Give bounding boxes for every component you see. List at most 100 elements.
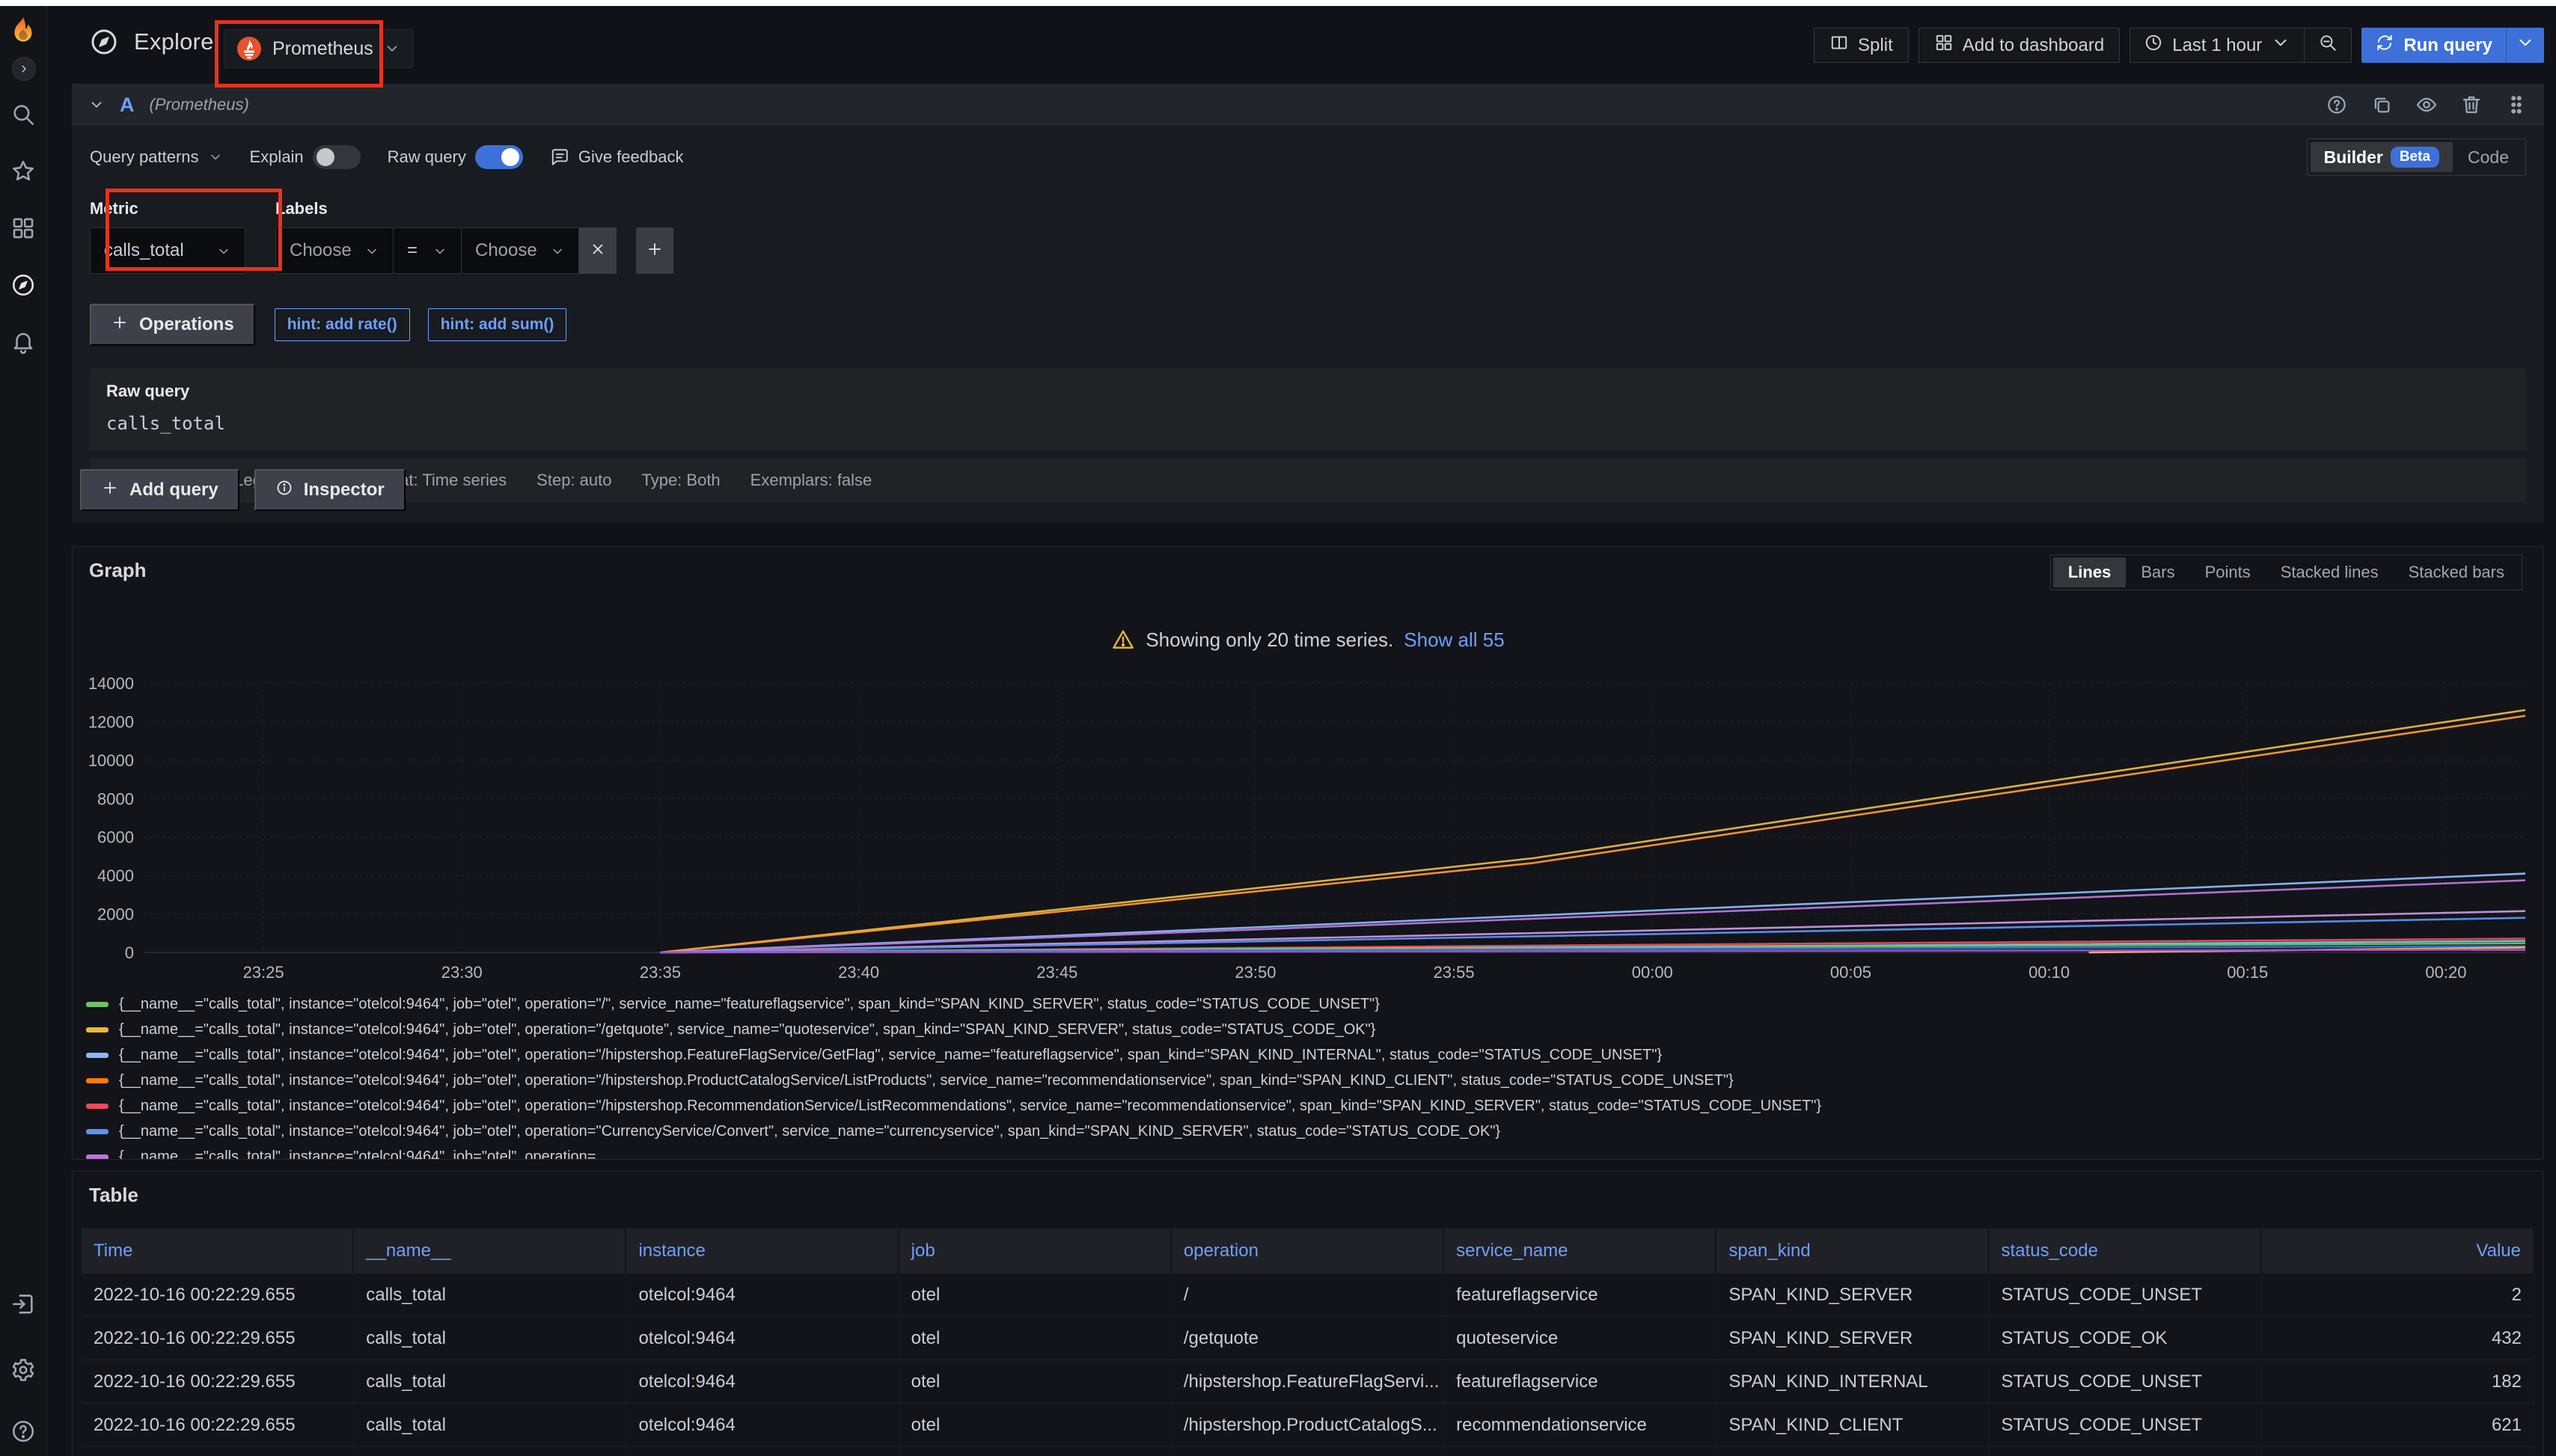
run-query-dropdown[interactable] [2506, 28, 2544, 63]
give-feedback-link[interactable]: Give feedback [550, 147, 684, 167]
add-label-filter-button[interactable] [636, 227, 673, 274]
help-icon[interactable] [10, 1419, 36, 1444]
svg-text:00:10: 00:10 [2028, 963, 2070, 979]
code-mode-button[interactable]: Code [2454, 143, 2522, 172]
delete-query-icon[interactable] [2460, 94, 2483, 116]
explain-toggle[interactable] [313, 145, 361, 169]
legend-series-label: {__name__="calls_total", instance="otelc… [119, 1123, 1500, 1140]
svg-text:0: 0 [125, 943, 134, 962]
search-icon[interactable] [10, 102, 36, 127]
table-cell: recommendationservice [1444, 1404, 1716, 1446]
table-cell: 2022-10-16 00:22:29.655 [82, 1273, 354, 1316]
alerting-bell-icon[interactable] [10, 329, 36, 355]
column-header-operation[interactable]: operation [1172, 1229, 1444, 1273]
column-header-value[interactable]: Value [2262, 1229, 2534, 1273]
add-to-dashboard-button[interactable]: Add to dashboard [1918, 28, 2120, 63]
raw-query-value: calls_total [106, 413, 2510, 434]
close-icon [590, 241, 606, 261]
sign-in-icon[interactable] [10, 1291, 36, 1317]
time-series-chart[interactable]: 0200040006000800010000120001400023:2523:… [79, 674, 2540, 983]
raw-query-preview: Raw query calls_total [90, 368, 2526, 450]
legend-item-5[interactable]: {__name__="calls_total", instance="otelc… [86, 1093, 2534, 1119]
chevron-down-icon [550, 243, 565, 258]
split-icon [1829, 33, 1849, 58]
inspector-button[interactable]: Inspector [254, 469, 406, 511]
legend-series-color [86, 1002, 108, 1007]
legend-item-3[interactable]: {__name__="calls_total", instance="otelc… [86, 1042, 2534, 1068]
table-cell: SPAN_KIND_CLIENT [1716, 1404, 1989, 1446]
query-options-row[interactable]: Options Legend: AutoFormat: Time seriesS… [90, 458, 2526, 503]
legend-series-color [86, 1078, 108, 1083]
query-help-icon[interactable] [2326, 94, 2348, 116]
table-cell: / [1172, 1273, 1444, 1316]
info-icon [275, 479, 293, 502]
datasource-picker[interactable]: Prometheus [224, 29, 413, 68]
column-header-spankind[interactable]: span_kind [1716, 1229, 1989, 1273]
column-header-job[interactable]: job [899, 1229, 1172, 1273]
graph-style-lines[interactable]: Lines [2053, 557, 2126, 587]
show-all-series-link[interactable]: Show all 55 [1404, 628, 1504, 652]
drag-handle-icon[interactable] [2505, 94, 2528, 116]
time-range-picker[interactable]: Last 1 hour [2130, 28, 2304, 62]
table-cell: calls_total [354, 1360, 626, 1403]
raw-query-toggle[interactable] [475, 145, 523, 169]
duplicate-query-icon[interactable] [2370, 94, 2393, 116]
legend-item-4[interactable]: {__name__="calls_total", instance="otelc… [86, 1068, 2534, 1093]
label-operator-select[interactable]: = [394, 227, 462, 274]
column-header-instance[interactable]: instance [626, 1229, 899, 1273]
star-icon[interactable] [10, 159, 36, 184]
graph-style-stacked-lines[interactable]: Stacked lines [2266, 557, 2394, 587]
table-cell: 182 [2262, 1360, 2534, 1403]
labels-label: Labels [275, 199, 673, 218]
split-button[interactable]: Split [1814, 28, 1909, 63]
explore-compass-icon[interactable] [10, 272, 36, 298]
zoom-out-icon [2318, 33, 2338, 58]
table-cell: calls_total [354, 1273, 626, 1316]
grafana-explore-screen: Explore Prometheus Split Add to dashbo [0, 0, 2556, 1456]
graph-style-switcher: LinesBarsPointsStacked linesStacked bars [2050, 554, 2522, 590]
time-zoom-out-button[interactable] [2304, 28, 2351, 62]
graph-style-stacked-bars[interactable]: Stacked bars [2394, 557, 2519, 587]
builder-mode-button[interactable]: Builder Beta [2311, 142, 2453, 172]
metric-select[interactable]: calls_total [90, 227, 245, 274]
table-body: 2022-10-16 00:22:29.655calls_totalotelco… [82, 1273, 2534, 1456]
table-row-4: 2022-10-16 00:22:29.655calls_totalotelco… [82, 1404, 2534, 1447]
legend-item-6[interactable]: {__name__="calls_total", instance="otelc… [86, 1119, 2534, 1144]
column-header-servicename[interactable]: service_name [1444, 1229, 1716, 1273]
legend-item-clipped[interactable]: {__name__="calls_total", instance="otelc… [86, 1144, 2534, 1159]
dashboards-icon[interactable] [10, 215, 36, 241]
legend-item-1[interactable]: {__name__="calls_total", instance="otelc… [86, 991, 2534, 1017]
legend-series-color [86, 1053, 108, 1058]
add-query-button[interactable]: Add query [80, 469, 239, 511]
table-cell: featureflagservice [1444, 1273, 1716, 1316]
graph-style-bars[interactable]: Bars [2126, 557, 2189, 587]
options-summary-item: Step: auto [536, 471, 611, 490]
graph-style-points[interactable]: Points [2190, 557, 2266, 587]
settings-gear-icon[interactable] [10, 1357, 36, 1383]
label-value-select[interactable]: Choose [462, 227, 579, 274]
svg-text:23:40: 23:40 [838, 963, 879, 979]
top-navbar: Explore Prometheus Split Add to dashbo [47, 6, 2556, 78]
graph-panel: Graph LinesBarsPointsStacked linesStacke… [72, 546, 2544, 1160]
query-patterns-dropdown[interactable]: Query patterns [90, 147, 223, 167]
column-header-name[interactable]: __name__ [354, 1229, 626, 1273]
svg-text:2000: 2000 [97, 905, 134, 924]
chart-legend: {__name__="calls_total", instance="otelc… [86, 991, 2534, 1159]
column-header-statuscode[interactable]: status_code [1990, 1229, 2262, 1273]
collapse-chevron-icon[interactable] [88, 97, 105, 113]
datasource-name: Prometheus [272, 38, 373, 60]
toggle-visibility-icon[interactable] [2415, 94, 2438, 116]
legend-item-2[interactable]: {__name__="calls_total", instance="otelc… [86, 1017, 2534, 1042]
label-key-select[interactable]: Choose [275, 227, 394, 274]
remove-label-filter-button[interactable] [579, 227, 617, 274]
run-query-button[interactable]: Run query [2361, 28, 2506, 63]
column-header-time[interactable]: Time [82, 1229, 354, 1273]
sidebar-expand-button[interactable] [12, 57, 36, 81]
query-hint-button-1[interactable]: hint: add rate() [275, 308, 410, 341]
operations-button[interactable]: Operations [90, 304, 255, 346]
clock-icon [2144, 33, 2163, 58]
query-row-header[interactable]: A (Prometheus) [72, 84, 2544, 126]
query-hint-button-2[interactable]: hint: add sum() [428, 308, 567, 341]
table-cell: quoteservice [1444, 1317, 1716, 1359]
grafana-logo[interactable] [6, 15, 40, 49]
